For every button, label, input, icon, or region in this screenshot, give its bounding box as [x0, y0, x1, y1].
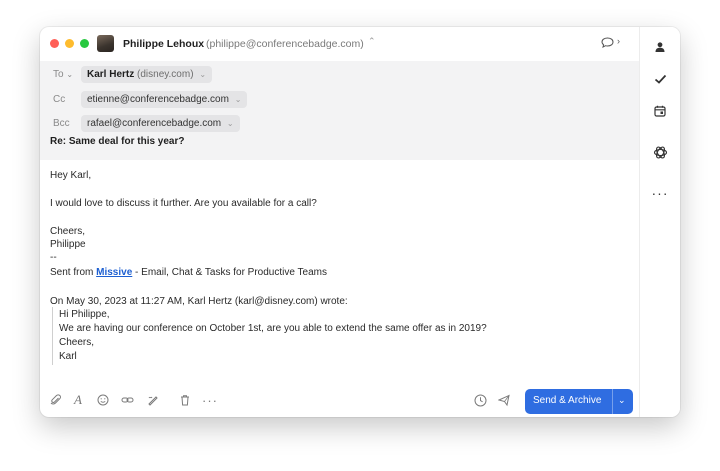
schedule-icon[interactable]: [473, 393, 487, 407]
more-horizontal-icon[interactable]: ···: [652, 185, 668, 201]
sender-select-caret-icon[interactable]: ⌃: [368, 36, 376, 47]
body-signature-name[interactable]: Philippe: [50, 239, 86, 250]
to-recipient-chip[interactable]: Karl Hertz (disney.com) ⌄: [81, 66, 213, 83]
body-message[interactable]: I would love to discuss it further. Are …: [50, 198, 317, 209]
to-row: To ⌄ Karl Hertz (disney.com) ⌄: [40, 65, 639, 85]
chat-bubble-icon[interactable]: [601, 37, 614, 48]
chevron-down-icon[interactable]: ⌄: [235, 95, 242, 104]
sender-address[interactable]: (philippe@conferencebadge.com): [206, 38, 364, 50]
cc-recipient-address: etienne@conferencebadge.com: [87, 94, 229, 105]
chevron-down-icon[interactable]: ⌄: [227, 119, 234, 128]
sent-from-line: Sent from Missive - Email, Chat & Tasks …: [50, 267, 327, 278]
cc-row: Cc etienne@conferencebadge.com ⌄: [40, 90, 639, 110]
body-signoff[interactable]: Cheers,: [50, 226, 85, 237]
to-label[interactable]: To ⌄: [53, 69, 73, 80]
send-archive-button[interactable]: Send & Archive ⌄: [525, 389, 633, 414]
subject-field[interactable]: Re: Same deal for this year?: [50, 136, 185, 147]
cc-recipient-chip[interactable]: etienne@conferencebadge.com ⌄: [81, 91, 248, 108]
more-icon[interactable]: ···: [202, 393, 217, 408]
title-bar: Philippe Lehoux (philippe@conferencebadg…: [40, 27, 639, 61]
link-icon[interactable]: [120, 393, 134, 407]
to-recipient-name: Karl Hertz: [87, 69, 135, 80]
bcc-row: Bcc rafael@conferencebadge.com ⌄: [40, 114, 639, 134]
check-icon[interactable]: [652, 71, 668, 87]
send-options-chevron-icon[interactable]: ⌄: [618, 395, 626, 406]
send-button-divider: [612, 389, 613, 414]
to-recipient-domain: (disney.com): [137, 69, 194, 80]
sent-from-suffix: - Email, Chat & Tasks for Productive Tea…: [132, 267, 327, 278]
text-format-icon[interactable]: A: [71, 392, 85, 407]
zoom-window-button[interactable]: [80, 39, 89, 48]
calendar-icon[interactable]: [652, 103, 668, 119]
body-greeting[interactable]: Hey Karl,: [50, 170, 91, 181]
paperclip-icon[interactable]: [49, 393, 63, 407]
emoji-icon[interactable]: [96, 393, 110, 407]
missive-link[interactable]: Missive: [96, 267, 132, 278]
trash-icon[interactable]: [178, 393, 192, 407]
bcc-recipient-address: rafael@conferencebadge.com: [87, 118, 222, 129]
bcc-recipient-chip[interactable]: rafael@conferencebadge.com ⌄: [81, 115, 240, 132]
quote-bar: [52, 307, 53, 365]
quote-attribution: On May 30, 2023 at 11:27 AM, Karl Hertz …: [50, 296, 348, 307]
sent-from-prefix: Sent from: [50, 267, 97, 278]
right-sidebar: ···: [639, 27, 680, 417]
sender-avatar: [97, 35, 114, 52]
contact-icon[interactable]: [652, 39, 668, 55]
send-archive-label: Send & Archive: [533, 395, 602, 406]
compose-panel: Philippe Lehoux (philippe@conferencebadg…: [40, 27, 639, 417]
chevron-down-icon[interactable]: ⌄: [199, 70, 206, 79]
cc-label[interactable]: Cc: [53, 94, 65, 105]
snooze-send-icon[interactable]: [498, 393, 512, 407]
close-window-button[interactable]: [50, 39, 59, 48]
quoted-line: Cheers,: [59, 337, 95, 348]
signature-separator: --: [50, 252, 57, 263]
chat-panel-caret-icon[interactable]: ›: [617, 36, 620, 46]
quoted-line: Hi Philippe,: [59, 309, 110, 320]
quoted-line: We are having our conference on October …: [59, 323, 487, 334]
minimize-window-button[interactable]: [65, 39, 74, 48]
signature-icon[interactable]: [146, 393, 160, 407]
bcc-label[interactable]: Bcc: [53, 118, 70, 129]
compose-window: Philippe Lehoux (philippe@conferencebadg…: [40, 27, 680, 417]
quoted-line: Karl: [59, 351, 77, 362]
openai-icon[interactable]: [652, 144, 668, 160]
sender-name[interactable]: Philippe Lehoux: [123, 38, 204, 50]
